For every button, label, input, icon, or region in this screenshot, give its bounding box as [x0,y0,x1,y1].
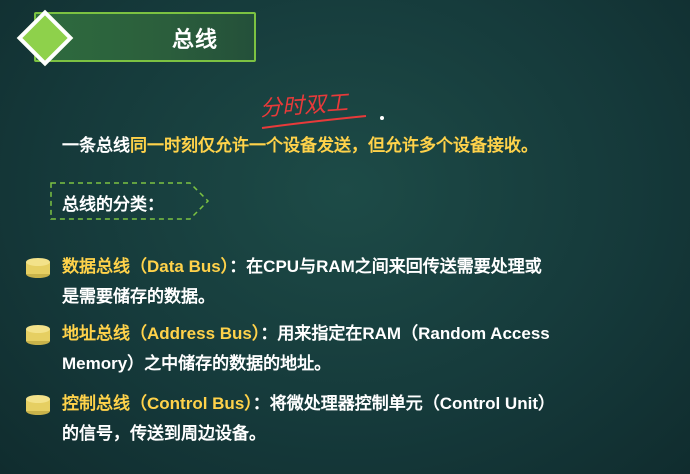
classification-label: 总线的分类： [62,195,164,214]
item-name: 数据总线（Data Bus） [62,257,230,276]
database-icon [26,325,50,345]
item-line1: 地址总线（Address Bus）：用来指定在RAM（Random Access [62,319,550,349]
item-name: 控制总线（Control Bus） [62,394,253,413]
item-line1: 控制总线（Control Bus）：将微处理器控制单元（Control Unit… [62,389,555,419]
annotation-text: 分时双工 [259,91,351,122]
item-line1: 数据总线（Data Bus）：在CPU与RAM之间来回传送需要处理或 [62,252,542,282]
handwritten-annotation: 分时双工 [259,91,367,129]
database-icon [26,258,50,278]
intro-text: 一条总线同一时刻仅允许一个设备发送，但允许多个设备接收。 [62,131,538,156]
database-icon [26,395,50,415]
intro-lead: 一条总线 [62,136,130,155]
item-line2: Memory）之中储存的数据的地址。 [62,354,332,373]
item-desc: ：将微处理器控制单元（Control Unit） [252,394,555,413]
intro-rest: 同一时刻仅允许一个设备发送，但允许多个设备接收。 [130,136,538,155]
item-line2: 是需要储存的数据。 [62,287,215,306]
annotation-dot [380,116,384,120]
page-title: 总线 [172,27,219,52]
item-name: 地址总线（Address Bus） [62,324,261,343]
item-line2: 的信号，传送到周边设备。 [62,424,266,443]
item-desc: ：在CPU与RAM之间来回传送需要处理或 [229,257,542,276]
item-desc: ：用来指定在RAM（Random Access [260,324,550,343]
